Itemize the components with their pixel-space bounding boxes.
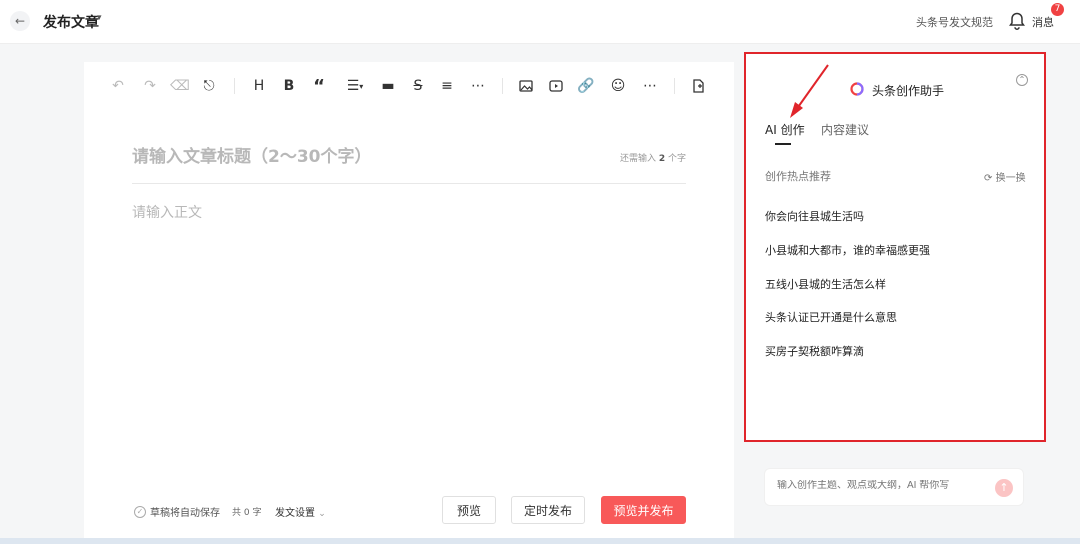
- editor-toolbar: ↶ ↷ ⌫ ⎋ H B “ ☰ ▾ ▬ S ≡ ⋯ 🔗 ☺ ⋯: [84, 72, 734, 100]
- title-counter-value: 2: [658, 154, 666, 164]
- video-icon[interactable]: [546, 76, 566, 96]
- image-icon[interactable]: [516, 76, 536, 96]
- title-input[interactable]: 请输入文章标题（2～30个字）: [132, 142, 612, 167]
- redo-icon[interactable]: ↷: [140, 76, 160, 96]
- top-bar: ← 发布文章 ▾ 头条号发文规范 消息 7: [0, 0, 1080, 44]
- check-circle-icon: ✓: [134, 505, 146, 518]
- autosave-status: ✓ 草稿将自动保存: [134, 504, 220, 519]
- active-tab-indicator: [775, 143, 791, 145]
- toolbar-divider: [502, 78, 503, 94]
- bottom-strip: [0, 538, 1080, 544]
- suggestion-item[interactable]: 买房子契税额咋算滴: [765, 343, 864, 359]
- format-painter-icon[interactable]: ⎋: [199, 76, 219, 96]
- heading-icon[interactable]: H: [249, 76, 269, 96]
- suggestion-item[interactable]: 你会向往县城生活吗: [765, 208, 864, 224]
- bell-icon[interactable]: [1009, 12, 1025, 30]
- refresh-button[interactable]: ⟳ 换一换: [984, 169, 1026, 184]
- bold-icon[interactable]: B: [279, 76, 299, 96]
- chevron-down-icon[interactable]: ▾: [97, 13, 102, 23]
- refresh-icon: ⟳: [984, 173, 993, 184]
- publish-settings-button[interactable]: 发文设置 ⌄: [275, 504, 326, 519]
- link-icon[interactable]: 🔗: [576, 76, 596, 96]
- toolbar-divider: [674, 78, 675, 94]
- refresh-label: 换一换: [995, 173, 1026, 184]
- send-icon[interactable]: ↑: [995, 479, 1013, 497]
- annotation-arrow: [790, 64, 829, 118]
- tab-ai-create[interactable]: AI 创作: [765, 121, 805, 138]
- more-icon[interactable]: ⋯: [468, 76, 488, 96]
- schedule-button[interactable]: 定时发布: [511, 496, 585, 524]
- emoji-icon[interactable]: ☺: [608, 76, 628, 96]
- more-icon[interactable]: ⋯: [640, 76, 660, 96]
- suggestion-item[interactable]: 五线小县城的生活怎么样: [765, 276, 886, 292]
- suggestion-item[interactable]: 小县城和大都市，谁的幸福感更强: [765, 242, 930, 258]
- title-counter-suffix: 个字: [668, 154, 687, 164]
- collapse-icon[interactable]: ⌃: [1016, 74, 1028, 86]
- suggestion-item[interactable]: 头条认证已开通是什么意思: [765, 309, 897, 325]
- insert-doc-icon[interactable]: [688, 76, 708, 96]
- tab-content-suggestions[interactable]: 内容建议: [821, 121, 869, 138]
- divider-icon[interactable]: ▬: [378, 76, 398, 96]
- editor-panel: ↶ ↷ ⌫ ⎋ H B “ ☰ ▾ ▬ S ≡ ⋯ 🔗 ☺ ⋯ 请输入文章标题（2…: [84, 62, 734, 544]
- ai-prompt-input[interactable]: [777, 480, 987, 491]
- arrow-left-icon[interactable]: ←: [10, 11, 30, 31]
- title-divider: [132, 183, 686, 184]
- publish-settings-label: 发文设置: [275, 508, 315, 519]
- autosave-label: 草稿将自动保存: [150, 508, 220, 519]
- word-count: 共 0 字: [232, 508, 262, 518]
- messages-label[interactable]: 消息: [1032, 14, 1054, 30]
- messages-badge: 7: [1051, 3, 1064, 16]
- chevron-down-icon: ⌄: [318, 509, 326, 519]
- assistant-logo-icon: [850, 82, 864, 96]
- quote-icon[interactable]: “: [309, 76, 329, 97]
- ai-prompt-box: ↑: [764, 468, 1024, 506]
- strikethrough-icon[interactable]: S: [408, 76, 428, 96]
- title-counter-prefix: 还需输入: [620, 154, 657, 164]
- body-input[interactable]: 请输入正文: [132, 202, 202, 222]
- toolbar-divider: [234, 78, 235, 94]
- preview-button[interactable]: 预览: [442, 496, 496, 524]
- align-icon[interactable]: ≡: [437, 76, 457, 96]
- eraser-icon[interactable]: ⌫: [170, 76, 190, 96]
- preview-publish-button[interactable]: 预览并发布: [601, 496, 686, 524]
- title-counter: 还需输入 2 个字: [620, 151, 686, 164]
- hot-topics-title: 创作热点推荐: [765, 170, 831, 183]
- undo-icon[interactable]: ↶: [108, 76, 128, 96]
- list-icon[interactable]: ☰ ▾: [342, 76, 368, 96]
- guide-link[interactable]: 头条号发文规范: [916, 14, 993, 30]
- assistant-title: 头条创作助手: [872, 84, 945, 98]
- page-title: 发布文章: [43, 15, 99, 31]
